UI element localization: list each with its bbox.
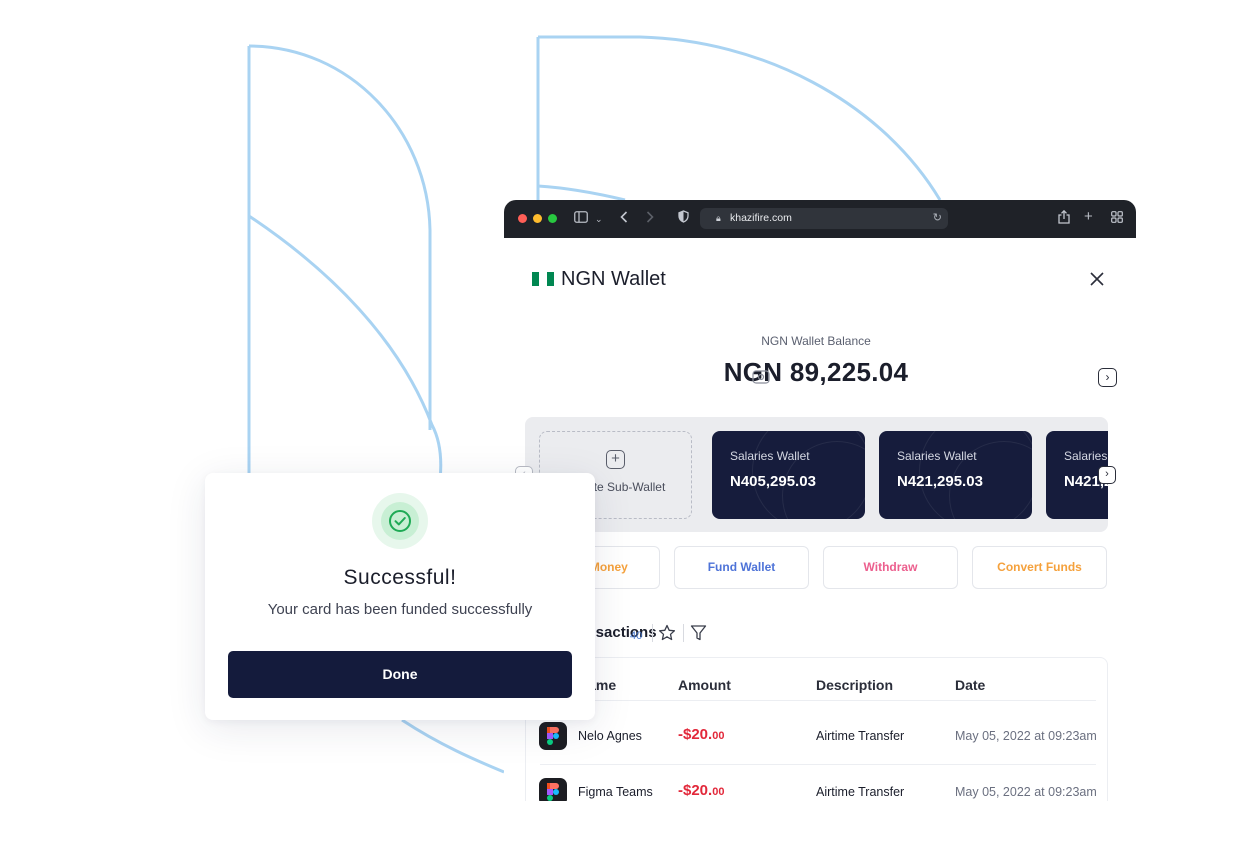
transactions-count: 40 xyxy=(630,630,643,642)
sub-wallet-card[interactable]: Salaries Wallet N421,295.03 xyxy=(879,431,1032,519)
browser-titlebar: ⌄ 🔒︎ khazifire.com ↻ + xyxy=(504,200,1136,238)
transaction-name: Figma Teams xyxy=(578,785,653,799)
balance-value: NGN 89,225.04 xyxy=(723,357,909,387)
star-icon[interactable] xyxy=(658,624,676,642)
hide-balance-icon[interactable] xyxy=(752,370,770,384)
nigeria-flag-icon xyxy=(532,272,554,286)
column-header-amount[interactable]: Amount xyxy=(678,677,731,693)
reload-icon[interactable]: ↻ xyxy=(933,208,942,229)
sub-wallet-name: Salaries Wallet xyxy=(730,449,810,463)
transaction-amount: -$20.00 xyxy=(678,726,725,743)
wallet-title: NGN Wallet xyxy=(561,268,666,290)
convert-funds-button[interactable]: Convert Funds xyxy=(972,546,1107,589)
maximize-window-button[interactable] xyxy=(548,214,557,223)
header-divider xyxy=(540,700,1096,701)
close-icon[interactable] xyxy=(1087,269,1107,289)
modal-message: Your card has been funded successfully xyxy=(267,601,533,618)
transaction-description: Airtime Transfer xyxy=(816,785,905,799)
browser-window: ⌄ 🔒︎ khazifire.com ↻ + NGN Wallet NGN Wa… xyxy=(504,200,1136,801)
figma-logo-icon xyxy=(539,778,567,801)
carousel-next-icon[interactable]: › xyxy=(1098,466,1116,484)
sub-wallet-name: Salaries Wallet xyxy=(1064,449,1108,463)
url-text: khazifire.com xyxy=(730,212,792,224)
column-header-date[interactable]: Date xyxy=(955,677,985,693)
lock-icon: 🔒︎ xyxy=(716,213,721,223)
fund-wallet-button[interactable]: Fund Wallet xyxy=(674,546,809,589)
withdraw-button[interactable]: Withdraw xyxy=(823,546,958,589)
sidebar-toggle-icon[interactable] xyxy=(574,210,588,228)
plus-icon: + xyxy=(606,450,625,469)
chevron-down-icon[interactable]: ⌄ xyxy=(595,210,603,228)
balance-next-icon[interactable]: › xyxy=(1098,368,1117,387)
divider xyxy=(683,624,684,642)
transaction-description: Airtime Transfer xyxy=(816,729,905,743)
transaction-date: May 05, 2022 at 09:23am xyxy=(955,785,1097,799)
tab-overview-icon[interactable] xyxy=(1111,210,1123,228)
balance-label: NGN Wallet Balance xyxy=(761,334,871,348)
sub-wallet-name: Salaries Wallet xyxy=(897,449,977,463)
success-modal: Successful! Your card has been funded su… xyxy=(205,473,595,720)
sub-wallet-amount: N405,295.03 xyxy=(730,473,816,490)
success-icon xyxy=(372,493,428,549)
done-button[interactable]: Done xyxy=(228,651,572,698)
back-icon[interactable] xyxy=(620,210,628,228)
column-header-description[interactable]: Description xyxy=(816,677,893,693)
share-icon[interactable] xyxy=(1058,209,1070,229)
divider xyxy=(652,624,653,642)
modal-title: Successful! xyxy=(343,566,457,589)
sub-wallet-amount: N421,295.03 xyxy=(897,473,983,490)
close-window-button[interactable] xyxy=(518,214,527,223)
transaction-name: Nelo Agnes xyxy=(578,729,642,743)
figma-logo-icon xyxy=(539,722,567,750)
transaction-date: May 05, 2022 at 09:23am xyxy=(955,729,1097,743)
address-bar[interactable]: 🔒︎ khazifire.com ↻ xyxy=(700,208,948,229)
sub-wallet-carousel: + Create Sub-Wallet Salaries Wallet N405… xyxy=(525,417,1108,532)
filter-icon[interactable] xyxy=(690,624,707,642)
shield-icon[interactable] xyxy=(678,210,689,228)
forward-icon[interactable] xyxy=(646,210,654,228)
transaction-amount: -$20.00 xyxy=(678,782,725,799)
new-tab-icon[interactable]: + xyxy=(1084,208,1093,226)
row-divider xyxy=(540,764,1096,765)
minimize-window-button[interactable] xyxy=(533,214,542,223)
sub-wallet-card[interactable]: Salaries Wallet N405,295.03 xyxy=(712,431,865,519)
